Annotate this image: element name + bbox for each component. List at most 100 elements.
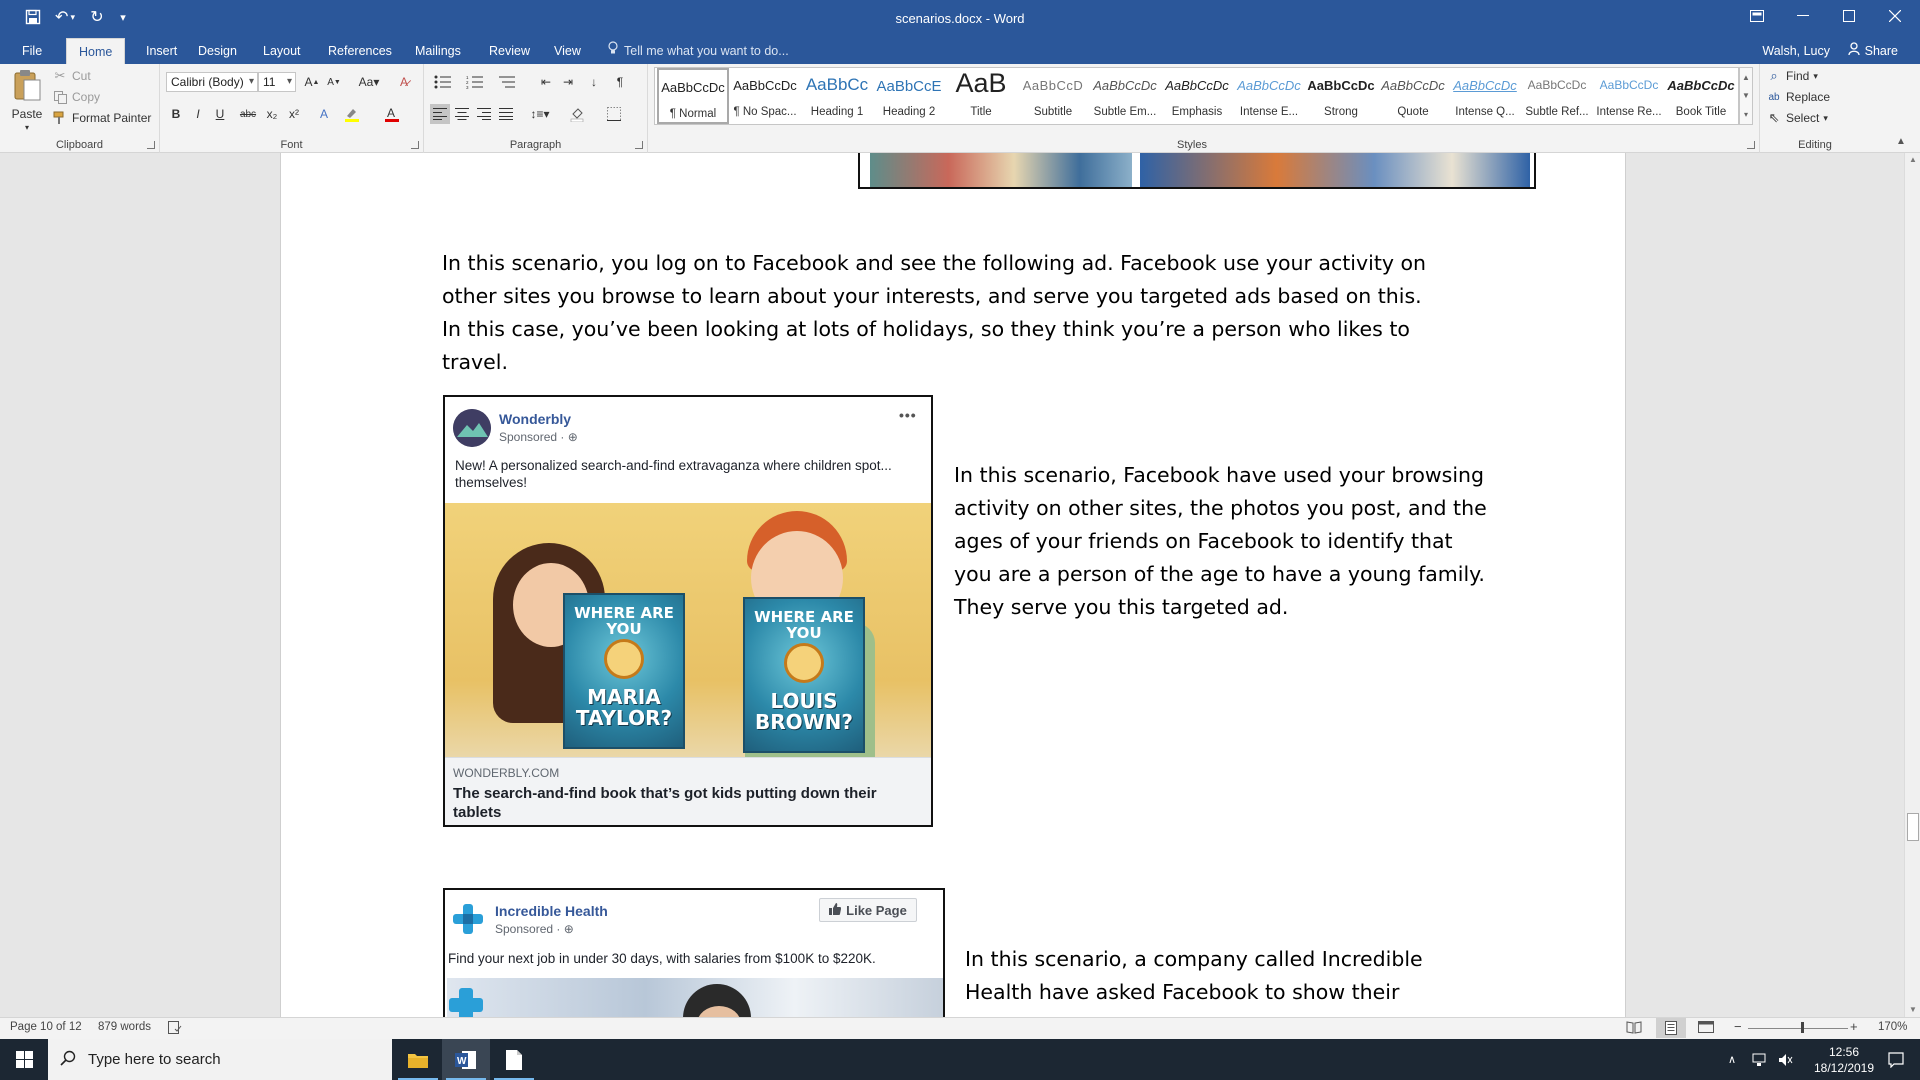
more-styles-icon[interactable]: ▾: [1744, 110, 1748, 119]
tab-insert[interactable]: Insert: [134, 38, 189, 64]
tell-me-box[interactable]: Tell me what you want to do...: [608, 38, 789, 64]
advertiser-name[interactable]: Incredible Health: [495, 903, 608, 919]
collapse-ribbon-icon[interactable]: ▲: [1896, 136, 1906, 147]
scroll-up-arrow-icon[interactable]: ▲: [1905, 153, 1920, 167]
underline-button[interactable]: U: [210, 104, 230, 124]
web-layout-icon[interactable]: [1698, 1020, 1714, 1037]
page-count[interactable]: Page 10 of 12: [10, 1021, 82, 1033]
style-subtitle[interactable]: AaBbCcD Subtitle: [1017, 68, 1089, 124]
italic-button[interactable]: I: [188, 104, 208, 124]
subscript-button[interactable]: x₂: [262, 104, 282, 124]
network-icon[interactable]: [1752, 1039, 1768, 1080]
bullets-icon[interactable]: [430, 72, 456, 92]
borders-icon[interactable]: [600, 104, 628, 124]
align-right-icon[interactable]: [474, 104, 494, 124]
file-explorer-icon[interactable]: [394, 1039, 442, 1080]
tab-design[interactable]: Design: [186, 38, 249, 64]
ad-link-footer[interactable]: WONDERBLY.COM The search-and-find book t…: [445, 757, 931, 825]
zoom-out-icon[interactable]: −: [1734, 1019, 1742, 1034]
shrink-font-icon[interactable]: A ▼: [324, 72, 344, 92]
account-name[interactable]: Walsh, Lucy: [1762, 38, 1830, 64]
clear-formatting-icon[interactable]: A̷: [394, 72, 414, 92]
advertiser-name[interactable]: Wonderbly: [499, 411, 571, 427]
style-subtle-emphasis[interactable]: AaBbCcDc Subtle Em...: [1089, 68, 1161, 124]
read-mode-icon[interactable]: [1626, 1020, 1642, 1037]
scroll-down-icon[interactable]: ▼: [1742, 91, 1750, 100]
document-page[interactable]: In this scenario, you log on to Facebook…: [280, 153, 1626, 1017]
volume-icon[interactable]: [1778, 1039, 1794, 1080]
proofing-icon[interactable]: [168, 1020, 182, 1037]
format-painter-button[interactable]: Format Painter: [52, 110, 151, 126]
tab-view[interactable]: View: [542, 38, 593, 64]
text-effects-icon[interactable]: A: [314, 104, 334, 124]
print-layout-icon[interactable]: [1656, 1018, 1686, 1038]
show-formatting-icon[interactable]: ¶: [610, 72, 630, 92]
style-normal[interactable]: AaBbCcDc ¶ Normal: [657, 68, 729, 124]
maximize-icon[interactable]: [1826, 0, 1872, 32]
paragraph-launcher-icon[interactable]: [635, 141, 643, 149]
bold-button[interactable]: B: [166, 104, 186, 124]
shading-icon[interactable]: [564, 104, 592, 124]
taskbar-search-box[interactable]: Type here to search: [48, 1039, 392, 1080]
style-quote[interactable]: AaBbCcDc Quote: [1377, 68, 1449, 124]
highlight-icon[interactable]: [342, 104, 362, 124]
word-count[interactable]: 879 words: [98, 1021, 151, 1033]
strikethrough-button[interactable]: abc: [236, 104, 260, 124]
style-no-spacing[interactable]: AaBbCcDc ¶ No Spac...: [729, 68, 801, 124]
style-subtle-reference[interactable]: AaBbCcDc Subtle Ref...: [1521, 68, 1593, 124]
zoom-slider-thumb[interactable]: [1801, 1022, 1804, 1033]
notepad-icon[interactable]: [490, 1039, 538, 1080]
numbering-icon[interactable]: 123: [462, 72, 488, 92]
copy-button[interactable]: Copy: [52, 89, 100, 105]
ribbon-display-options-icon[interactable]: [1734, 0, 1780, 32]
show-hidden-icons-icon[interactable]: ∧: [1728, 1039, 1736, 1080]
tab-file[interactable]: File: [10, 38, 54, 64]
style-intense-quote[interactable]: AaBbCcDc Intense Q...: [1449, 68, 1521, 124]
font-name-combo[interactable]: Calibri (Body): [166, 72, 258, 92]
font-color-icon[interactable]: A: [382, 104, 402, 124]
decrease-indent-icon[interactable]: ⇤: [536, 72, 556, 92]
font-size-combo[interactable]: 11: [258, 72, 296, 92]
find-button[interactable]: ⌕ Find ▾: [1766, 68, 1818, 84]
justify-icon[interactable]: [496, 104, 516, 124]
zoom-in-icon[interactable]: +: [1850, 1019, 1858, 1034]
tab-references[interactable]: References: [316, 38, 404, 64]
scroll-up-icon[interactable]: ▲: [1742, 73, 1750, 82]
sort-icon[interactable]: ↓: [584, 72, 604, 92]
font-launcher-icon[interactable]: [411, 141, 419, 149]
scrollbar-thumb[interactable]: [1907, 813, 1919, 841]
windows-start-icon[interactable]: [0, 1039, 48, 1080]
clock[interactable]: 12:56 18/12/2019: [1804, 1039, 1884, 1080]
close-icon[interactable]: [1872, 0, 1918, 32]
zoom-slider[interactable]: [1748, 1028, 1848, 1029]
zoom-level[interactable]: 170%: [1878, 1021, 1907, 1033]
minimize-icon[interactable]: [1780, 0, 1826, 32]
styles-launcher-icon[interactable]: [1747, 141, 1755, 149]
style-emphasis[interactable]: AaBbCcDc Emphasis: [1161, 68, 1233, 124]
line-spacing-icon[interactable]: ↕≡▾: [526, 104, 554, 124]
align-center-icon[interactable]: [452, 104, 472, 124]
select-button[interactable]: ⇖ Select ▾: [1766, 110, 1828, 126]
grow-font-icon[interactable]: A ▲: [302, 72, 322, 92]
multilevel-list-icon[interactable]: [494, 72, 520, 92]
more-options-icon[interactable]: •••: [899, 407, 917, 423]
style-strong[interactable]: AaBbCcDc Strong: [1305, 68, 1377, 124]
style-title[interactable]: AaB Title: [945, 68, 1017, 124]
tab-home[interactable]: Home: [66, 38, 126, 64]
like-page-button[interactable]: Like Page: [819, 898, 917, 922]
style-book-title[interactable]: AaBbCcDc Book Title: [1665, 68, 1737, 124]
share-button[interactable]: Share: [1847, 38, 1898, 64]
scroll-down-arrow-icon[interactable]: ▼: [1905, 1003, 1920, 1017]
clipboard-launcher-icon[interactable]: [147, 141, 155, 149]
align-left-icon[interactable]: [430, 104, 450, 124]
tab-layout[interactable]: Layout: [251, 38, 313, 64]
style-heading-1[interactable]: AaBbCc Heading 1: [801, 68, 873, 124]
word-taskbar-icon[interactable]: W: [442, 1039, 490, 1080]
styles-gallery-scroll[interactable]: ▲ ▼ ▾: [1739, 67, 1753, 125]
tab-review[interactable]: Review: [477, 38, 542, 64]
change-case-icon[interactable]: Aa▾: [354, 72, 384, 92]
style-intense-reference[interactable]: AaBbCcDc Intense Re...: [1593, 68, 1665, 124]
vertical-scrollbar[interactable]: ▲ ▼: [1904, 153, 1920, 1017]
style-intense-emphasis[interactable]: AaBbCcDc Intense E...: [1233, 68, 1305, 124]
style-heading-2[interactable]: AaBbCcE Heading 2: [873, 68, 945, 124]
